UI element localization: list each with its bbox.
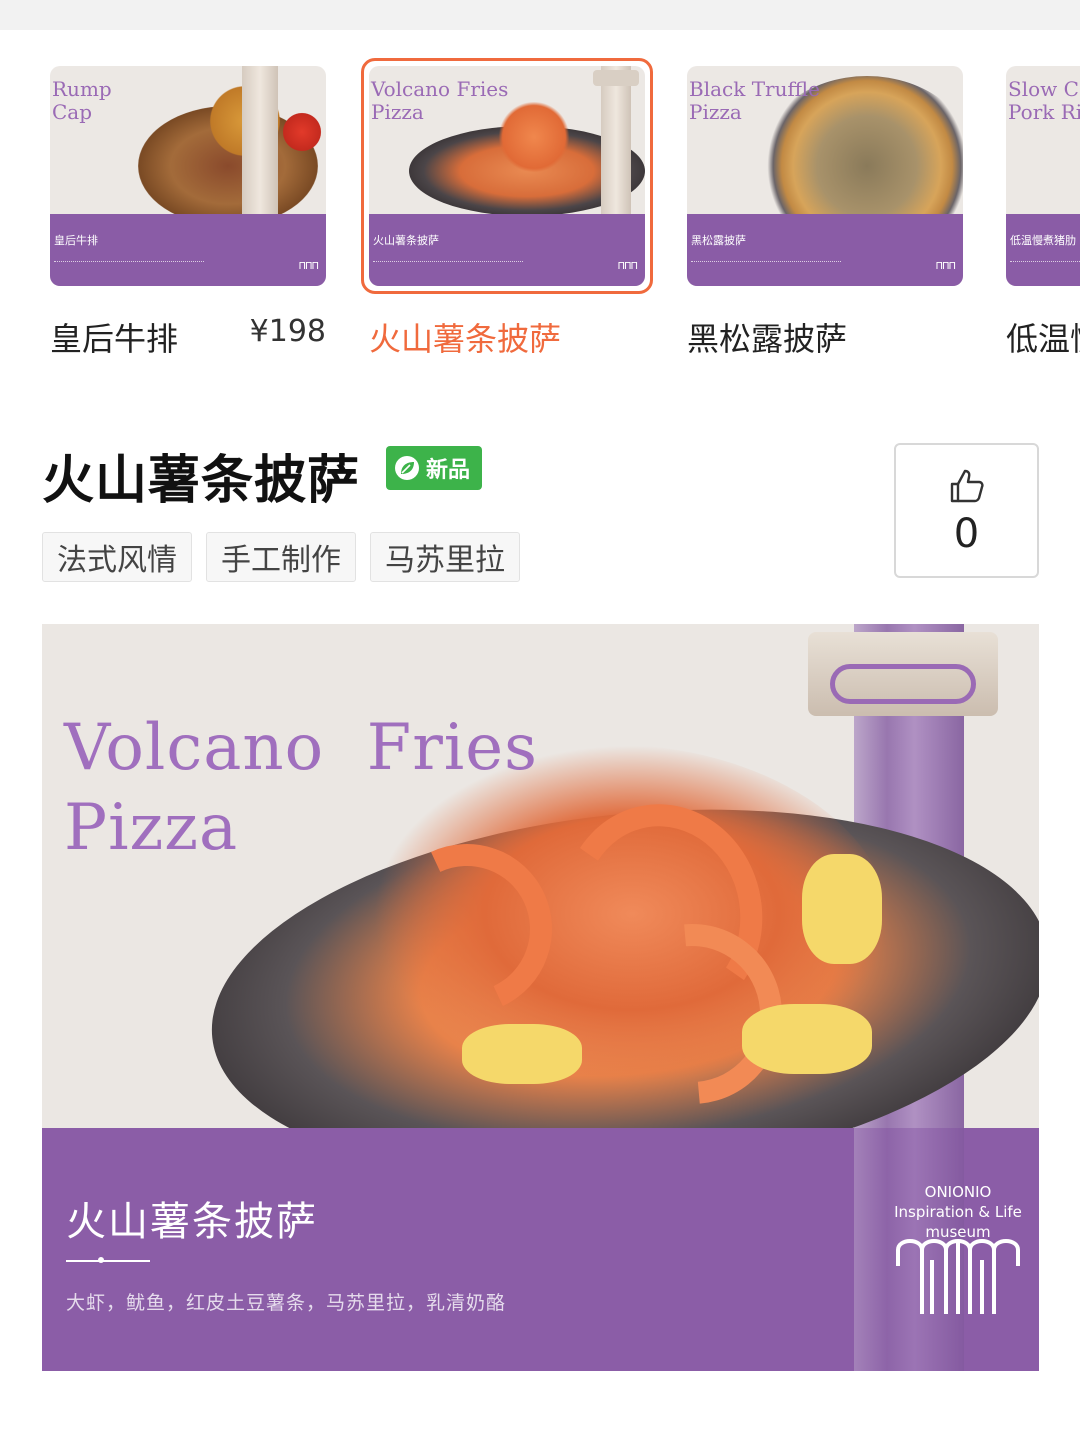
dish-name[interactable]: 皇后牛排: [50, 314, 178, 360]
dish-card-black-truffle-pizza[interactable]: Black Truffle Pizza 黑松露披萨 ΠΠΠ 黑松露披萨: [687, 66, 963, 358]
dish-thumbnail-en-title: Rump Cap: [52, 77, 112, 124]
dish-price: ¥198: [249, 314, 326, 349]
new-item-badge: 新品: [386, 446, 482, 490]
hero-ingredients: 大虾，鱿鱼，红皮土豆薯条，马苏里拉，乳清奶酪: [66, 1292, 507, 1314]
tag: 马苏里拉: [370, 532, 520, 582]
status-strip: [0, 0, 1080, 30]
brand-logo: ΠΠΠ: [935, 261, 956, 272]
dish-thumbnail-cn-title: 低温慢煮猪肋: [1010, 234, 1076, 247]
dish-thumbnail-cn-title: 火山薯条披萨: [373, 234, 439, 247]
dish-thumbnail-en-title: Slow C Pork Ri: [1008, 77, 1080, 124]
dish-hero-image: Volcano Fries Pizza 火山薯条披萨 大虾，鱿鱼，红皮土豆薯条，…: [42, 624, 1039, 1371]
dish-title: 火山薯条披萨: [42, 451, 361, 511]
dish-tags: 法式风情 手工制作 马苏里拉: [42, 532, 520, 582]
dish-card-slow-cooked-pork-ribs[interactable]: Slow C Pork Ri 低温慢煮猪肋 低温慢: [1006, 66, 1080, 358]
hero-en-title: Volcano Fries Pizza: [64, 711, 538, 865]
dish-thumbnail[interactable]: Black Truffle Pizza 黑松露披萨 ΠΠΠ: [687, 66, 963, 286]
tag: 法式风情: [42, 532, 192, 582]
dish-thumbnail-en-title: Volcano Fries Pizza: [371, 77, 509, 124]
brand-logo: ΠΠΠ: [298, 261, 319, 272]
dish-thumbnail[interactable]: Slow C Pork Ri 低温慢煮猪肋: [1006, 66, 1080, 286]
dish-thumbnail-en-title: Black Truffle Pizza: [689, 77, 820, 124]
dish-carousel[interactable]: Rump Cap 皇后牛排 ΠΠΠ 皇后牛排 ¥198 Volcano Frie…: [0, 30, 1080, 370]
hero-cn-title: 火山薯条披萨: [66, 1199, 318, 1245]
dish-name[interactable]: 火山薯条披萨: [369, 314, 561, 360]
brand-logo: ΠΠΠ: [617, 261, 638, 272]
brand-logo: [896, 1239, 1020, 1314]
badge-label: 新品: [426, 458, 471, 483]
dish-thumbnail-cn-title: 皇后牛排: [54, 234, 98, 247]
dish-name[interactable]: 低温慢: [1006, 314, 1080, 360]
dish-card-rump-cap[interactable]: Rump Cap 皇后牛排 ΠΠΠ 皇后牛排 ¥198: [50, 66, 326, 358]
like-button[interactable]: 0: [894, 443, 1039, 578]
leaf-icon: [395, 456, 419, 480]
dish-thumbnail-band: [687, 214, 963, 286]
dish-thumbnail-band: [1006, 214, 1080, 286]
dish-name[interactable]: 黑松露披萨: [687, 314, 847, 360]
dish-thumbnail[interactable]: Volcano Fries Pizza 火山薯条披萨 ΠΠΠ: [369, 66, 645, 286]
dish-card-volcano-fries-pizza[interactable]: Volcano Fries Pizza 火山薯条披萨 ΠΠΠ 火山薯条披萨: [361, 58, 653, 358]
dish-thumbnail-band: [50, 214, 326, 286]
dish-thumbnail-cn-title: 黑松露披萨: [691, 234, 746, 247]
dish-thumbnail-band: [369, 214, 645, 286]
tag: 手工制作: [206, 532, 356, 582]
dish-thumbnail[interactable]: Rump Cap 皇后牛排 ΠΠΠ: [50, 66, 326, 286]
brand-name: ONIONIO Inspiration & Life museum: [894, 1183, 1022, 1241]
like-count: 0: [953, 510, 980, 557]
thumbs-up-icon: [950, 469, 984, 502]
